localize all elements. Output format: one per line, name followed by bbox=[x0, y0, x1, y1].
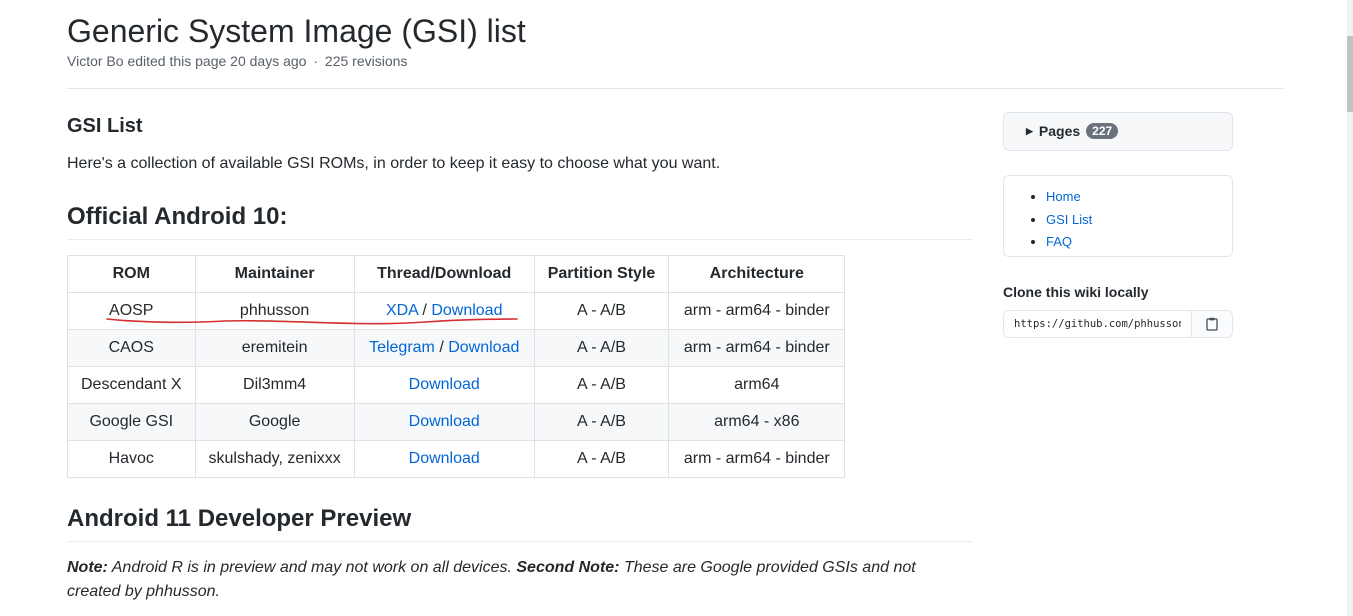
column-header-maintainer: Maintainer bbox=[194, 255, 355, 293]
partition-cell: A - A/B bbox=[533, 440, 670, 478]
telegram-link[interactable]: Telegram bbox=[369, 339, 435, 356]
sidebar-nav-list: Home GSI List FAQ bbox=[1004, 186, 1092, 254]
links-cell: Download bbox=[353, 440, 535, 478]
section-android-11: Android 11 Developer Preview bbox=[67, 505, 972, 542]
table-row: AOSP phhusson XDA / Download A - A/B arm… bbox=[67, 292, 846, 330]
pages-box: ▶ Pages 227 bbox=[1003, 112, 1233, 151]
custom-sidebar-box: Home GSI List FAQ bbox=[1003, 175, 1233, 257]
column-header-partition: Partition Style bbox=[533, 255, 670, 293]
column-header-rom: ROM bbox=[67, 255, 196, 293]
gsi-list-link[interactable]: GSI List bbox=[1046, 212, 1092, 227]
link-separator: / bbox=[417, 302, 432, 319]
maintainer-cell: skulshady, zenixxx bbox=[194, 440, 355, 478]
gsi-table: ROM Maintainer Thread/Download Partition… bbox=[67, 255, 846, 478]
maintainer-cell: Google bbox=[194, 403, 355, 441]
architecture-cell: arm64 bbox=[668, 366, 846, 404]
page-scrollbar[interactable] bbox=[1347, 0, 1353, 616]
download-link[interactable]: Download bbox=[409, 450, 480, 467]
caret-right-icon: ▶ bbox=[1026, 125, 1033, 136]
faq-link[interactable]: FAQ bbox=[1046, 234, 1072, 249]
page-title: Generic System Image (GSI) list bbox=[67, 13, 526, 49]
rom-cell: Descendant X bbox=[67, 366, 196, 404]
scrollbar-thumb[interactable] bbox=[1347, 36, 1353, 112]
copy-clone-url-button[interactable] bbox=[1191, 311, 1232, 337]
column-header-architecture: Architecture bbox=[668, 255, 846, 293]
home-link[interactable]: Home bbox=[1046, 189, 1081, 204]
xda-link[interactable]: XDA bbox=[386, 302, 418, 319]
link-separator: / bbox=[434, 339, 449, 356]
pages-toggle[interactable]: ▶ Pages 227 bbox=[1026, 123, 1119, 139]
table-row: Descendant X Dil3mm4 Download A - A/B ar… bbox=[67, 366, 846, 404]
architecture-cell: arm - arm64 - binder bbox=[668, 440, 846, 478]
pages-count-badge: 227 bbox=[1086, 123, 1119, 139]
table-row: Havoc skulshady, zenixxx Download A - A/… bbox=[67, 440, 846, 478]
note-body: Android R is in preview and may not work… bbox=[107, 559, 517, 576]
architecture-cell: arm - arm64 - binder bbox=[668, 329, 846, 367]
intro-text: Here's a collection of available GSI ROM… bbox=[67, 155, 721, 172]
page-meta: Victor Bo edited this page 20 days ago ·… bbox=[67, 53, 407, 69]
partition-cell: A - A/B bbox=[533, 403, 670, 441]
rom-cell: AOSP bbox=[67, 292, 196, 330]
revisions-link[interactable]: 225 revisions bbox=[325, 53, 408, 69]
meta-separator: · bbox=[313, 53, 319, 69]
editor-name[interactable]: Victor Bo bbox=[67, 53, 124, 69]
gsi-list-heading: GSI List bbox=[67, 115, 143, 137]
clone-url-group bbox=[1003, 310, 1233, 338]
links-cell: XDA / Download bbox=[353, 292, 535, 330]
second-note-label: Second Note: bbox=[516, 559, 620, 576]
note-text: Note: Android R is in preview and may no… bbox=[67, 556, 972, 604]
partition-cell: A - A/B bbox=[533, 329, 670, 367]
links-cell: Telegram / Download bbox=[353, 329, 535, 367]
architecture-cell: arm64 - x86 bbox=[668, 403, 846, 441]
rom-cell: Havoc bbox=[67, 440, 196, 478]
download-link[interactable]: Download bbox=[431, 302, 502, 319]
download-link[interactable]: Download bbox=[409, 376, 480, 393]
links-cell: Download bbox=[353, 366, 535, 404]
clipboard-icon bbox=[1206, 317, 1218, 331]
partition-cell: A - A/B bbox=[533, 366, 670, 404]
clone-label: Clone this wiki locally bbox=[1003, 284, 1149, 300]
download-link[interactable]: Download bbox=[409, 413, 480, 430]
page-header: Generic System Image (GSI) list Victor B… bbox=[67, 8, 1283, 89]
download-link[interactable]: Download bbox=[448, 339, 519, 356]
maintainer-cell: phhusson bbox=[194, 292, 355, 330]
column-header-thread-download: Thread/Download bbox=[353, 255, 535, 293]
architecture-cell: arm - arm64 - binder bbox=[668, 292, 846, 330]
note-label: Note: bbox=[67, 559, 108, 576]
table-row: CAOS eremitein Telegram / Download A - A… bbox=[67, 329, 846, 367]
sidebar-item-gsi-list: GSI List bbox=[1046, 209, 1092, 232]
edited-text: edited this page 20 days ago bbox=[127, 53, 307, 69]
maintainer-cell: eremitein bbox=[194, 329, 355, 367]
rom-cell: Google GSI bbox=[67, 403, 196, 441]
sidebar-item-faq: FAQ bbox=[1046, 231, 1092, 254]
section-android-10: Official Android 10: bbox=[67, 203, 972, 240]
links-cell: Download bbox=[353, 403, 535, 441]
pages-label: Pages bbox=[1038, 123, 1081, 139]
rom-cell: CAOS bbox=[67, 329, 196, 367]
table-row: Google GSI Google Download A - A/B arm64… bbox=[67, 403, 846, 441]
clone-url-input[interactable] bbox=[1004, 311, 1191, 337]
partition-cell: A - A/B bbox=[533, 292, 670, 330]
sidebar-item-home: Home bbox=[1046, 186, 1092, 209]
maintainer-cell: Dil3mm4 bbox=[194, 366, 355, 404]
